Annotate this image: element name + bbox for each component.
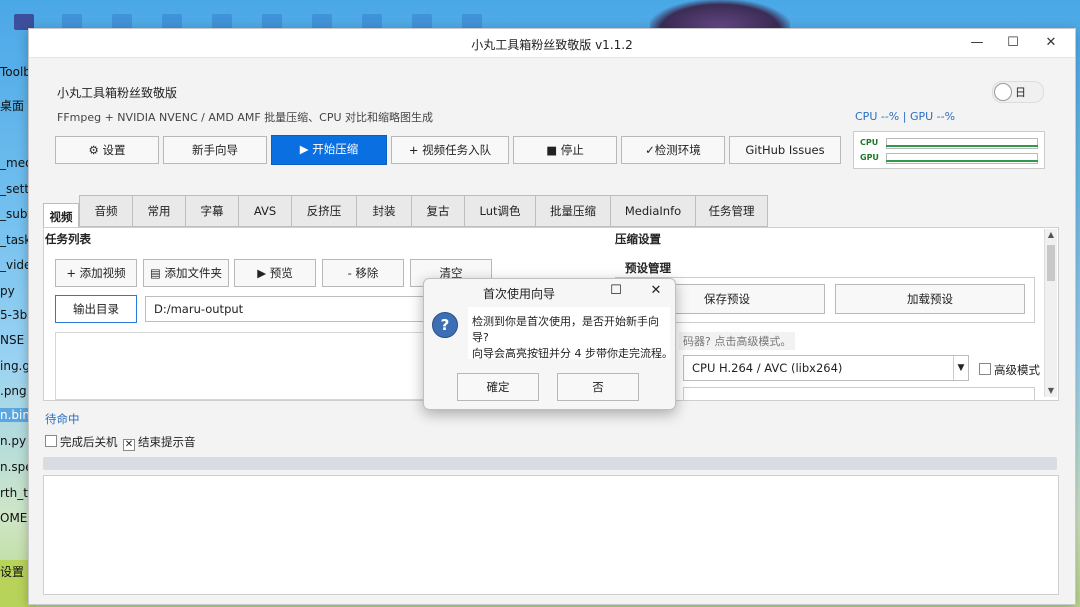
- dialog-ok-button[interactable]: 確定: [457, 373, 539, 401]
- dialog-close-button[interactable]: ✕: [641, 281, 671, 301]
- enqueue-video-button[interactable]: + 视频任务入队: [391, 136, 509, 164]
- window-title: 小丸工具箱粉丝致敬版 v1.1.2: [471, 38, 633, 52]
- dialog-maximize-button[interactable]: ☐: [601, 281, 631, 301]
- toggle-knob: [994, 83, 1012, 101]
- dialog-message-line1: 检测到你是首次使用，是否开始新手向导?: [472, 315, 659, 344]
- load-preset-button[interactable]: 加载预设: [835, 284, 1025, 314]
- maximize-button[interactable]: ☐: [999, 33, 1027, 53]
- preview-button[interactable]: ▶ 预览: [234, 259, 316, 287]
- shutdown-after-label: 完成后关机: [60, 435, 118, 449]
- cpu-meter-track: [886, 138, 1038, 149]
- close-button[interactable]: ✕: [1037, 33, 1065, 53]
- theme-toggle-label: 日: [1015, 86, 1026, 99]
- compress-settings-title: 压缩设置: [615, 232, 661, 246]
- stop-button[interactable]: ■ 停止: [513, 136, 617, 164]
- scroll-up-icon[interactable]: ▲: [1045, 229, 1057, 241]
- scroll-down-icon[interactable]: ▼: [1045, 385, 1057, 397]
- tab-lut[interactable]: Lut调色: [464, 195, 536, 227]
- tab-mediainfo[interactable]: MediaInfo: [610, 195, 696, 227]
- tab-retro[interactable]: 复古: [411, 195, 465, 227]
- settings-scrollbar[interactable]: ▲ ▼: [1044, 229, 1057, 397]
- progress-bar: [43, 457, 1057, 470]
- start-compress-button[interactable]: ▶ 开始压缩: [271, 135, 387, 165]
- dialog-message-line2: 向导会高亮按钮并分 4 步带你走完流程。: [472, 347, 673, 360]
- checkbox-box[interactable]: [45, 435, 57, 447]
- cpu-meter-label: CPU: [860, 138, 879, 147]
- gpu-meter-track: [886, 153, 1038, 164]
- output-dir-button[interactable]: 输出目录: [55, 295, 137, 323]
- log-area[interactable]: [43, 475, 1059, 595]
- gpu-meter-fill: [886, 160, 1038, 162]
- chevron-down-icon[interactable]: ▼: [953, 356, 968, 380]
- advanced-mode-label: 高级模式: [994, 363, 1040, 377]
- finish-sound-checkbox[interactable]: ✕ 结束提示音: [123, 434, 196, 451]
- finish-sound-label: 结束提示音: [138, 435, 196, 449]
- wizard-button[interactable]: 新手向导: [163, 136, 267, 164]
- check-env-button[interactable]: ✓检测环境: [621, 136, 725, 164]
- next-setting-field[interactable]: [683, 387, 1035, 400]
- encoder-select-value: CPU H.264 / AVC (libx264): [692, 361, 843, 375]
- app-subtitle: FFmpeg + NVIDIA NVENC / AMD AMF 批量压缩、CPU…: [57, 111, 434, 124]
- minimize-button[interactable]: —: [963, 33, 991, 53]
- cpu-meter-fill: [886, 145, 1038, 147]
- checkbox-box-checked[interactable]: ✕: [123, 439, 135, 451]
- advanced-mode-hint: 码器? 点击高级模式。: [679, 332, 796, 350]
- shutdown-after-checkbox[interactable]: 完成后关机: [45, 434, 118, 450]
- output-dir-field[interactable]: D:/maru-output: [145, 296, 435, 322]
- encoder-select[interactable]: CPU H.264 / AVC (libx264) ▼: [683, 355, 969, 381]
- question-icon: ?: [432, 312, 458, 338]
- checkbox-box[interactable]: [979, 363, 991, 375]
- tab-batch-compress[interactable]: 批量压缩: [535, 195, 611, 227]
- preset-manager-title: 预设管理: [625, 261, 671, 275]
- github-issues-button[interactable]: GitHub Issues: [729, 136, 841, 164]
- app-name-label: 小丸工具箱粉丝致敬版: [57, 86, 178, 100]
- title-bar[interactable]: 小丸工具箱粉丝致敬版 v1.1.2 — ☐ ✕: [29, 29, 1075, 58]
- tab-mux[interactable]: 封装: [356, 195, 412, 227]
- usage-meter: CPU GPU: [853, 131, 1045, 169]
- remove-button[interactable]: - 移除: [322, 259, 404, 287]
- dialog-no-button[interactable]: 否: [557, 373, 639, 401]
- tab-task-manager[interactable]: 任务管理: [695, 195, 768, 227]
- first-use-dialog: 首次使用向导 ☐ ✕ ? 检测到你是首次使用，是否开始新手向导? 向导会高亮按钮…: [423, 278, 676, 410]
- wallpaper-character: [650, 0, 790, 30]
- cpu-meter: CPU: [860, 136, 1038, 150]
- dialog-title: 首次使用向导: [482, 287, 555, 301]
- tab-avs[interactable]: AVS: [238, 195, 292, 227]
- advanced-mode-checkbox[interactable]: 高级模式: [979, 362, 1040, 378]
- settings-button[interactable]: ⚙ 设置: [55, 136, 159, 164]
- scrollbar-thumb[interactable]: [1047, 245, 1055, 281]
- gpu-meter: GPU: [860, 151, 1038, 165]
- tab-anti-squeeze[interactable]: 反挤压: [291, 195, 357, 227]
- tab-audio[interactable]: 音频: [79, 195, 133, 227]
- add-folder-button[interactable]: ▤ 添加文件夹: [143, 259, 229, 287]
- gpu-meter-label: GPU: [860, 153, 879, 162]
- usage-readout: CPU --% | GPU --%: [855, 110, 956, 123]
- task-list-title: 任务列表: [45, 232, 91, 246]
- tab-common[interactable]: 常用: [132, 195, 186, 227]
- add-video-button[interactable]: + 添加视频: [55, 259, 137, 287]
- status-text: 待命中: [45, 412, 80, 426]
- theme-toggle[interactable]: 日: [992, 81, 1044, 103]
- tab-subtitle[interactable]: 字幕: [185, 195, 239, 227]
